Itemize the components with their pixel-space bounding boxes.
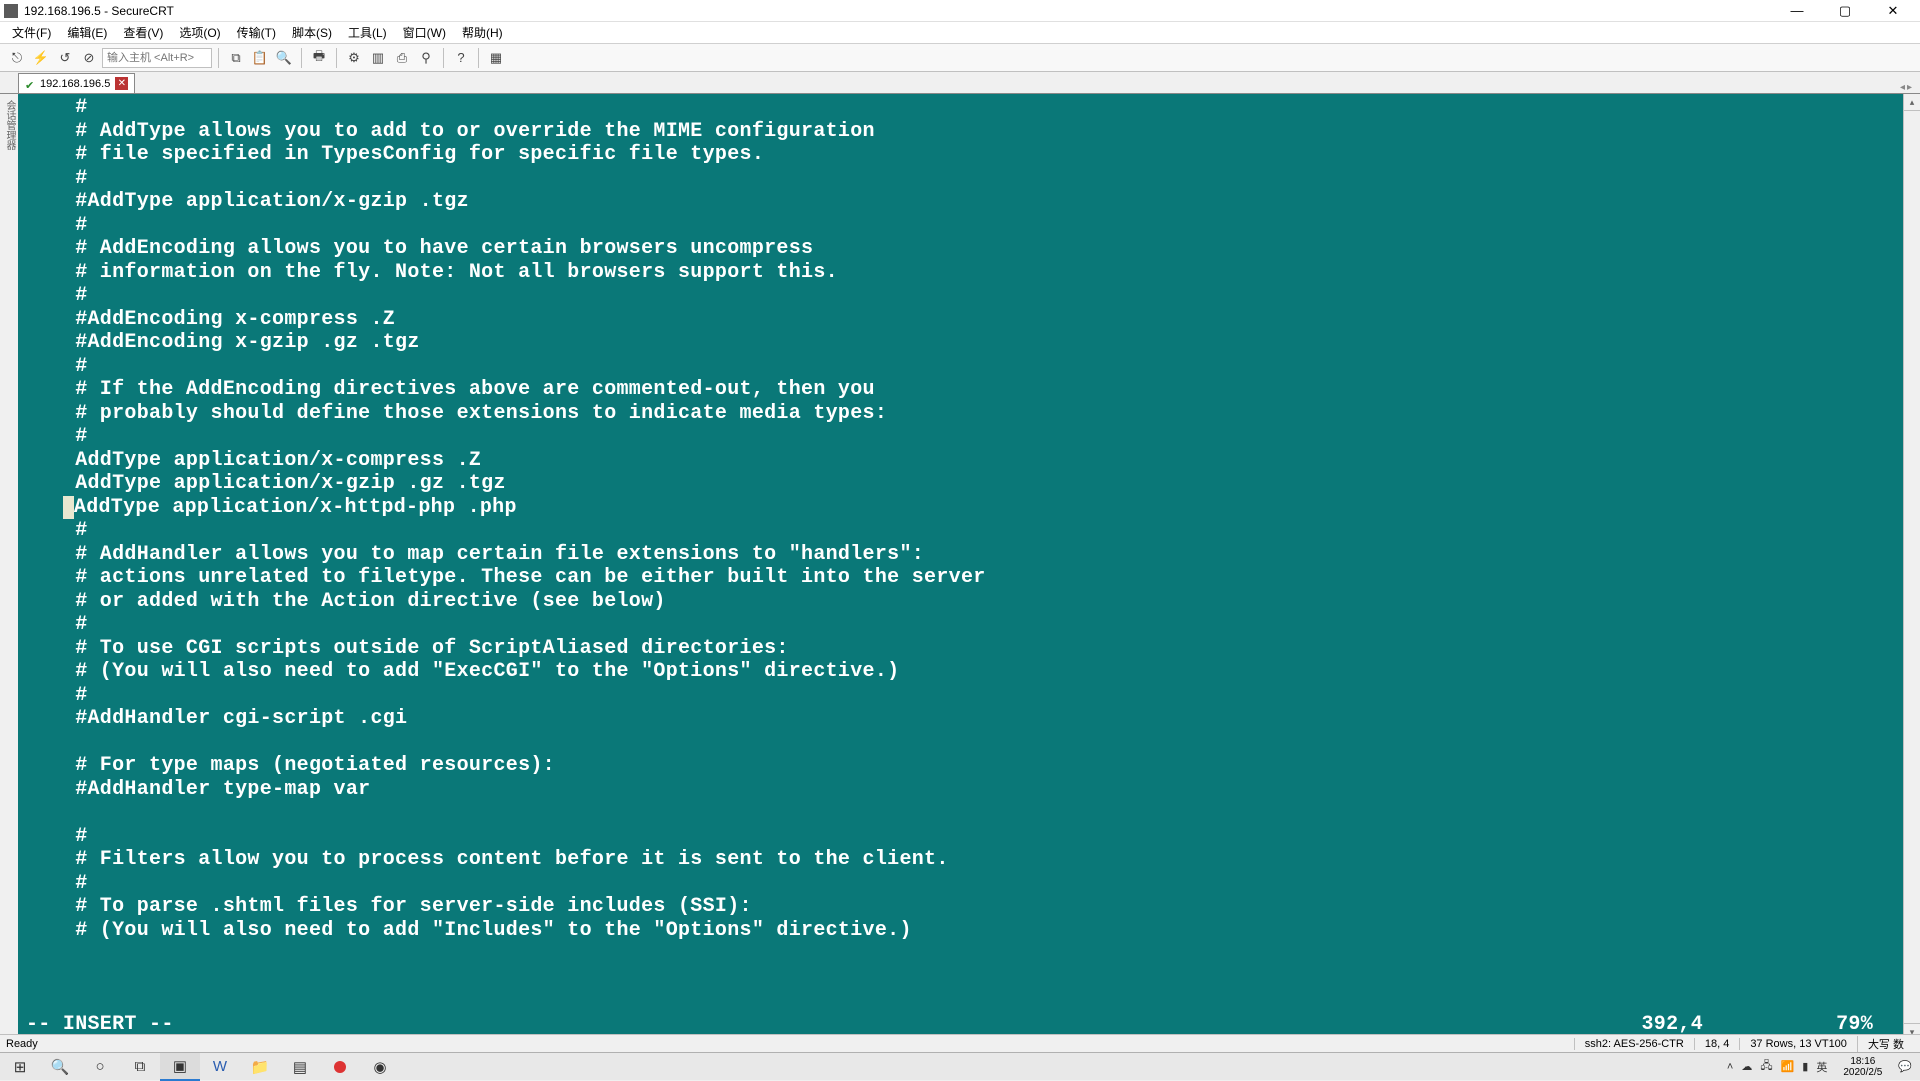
tray-clock[interactable]: 18:16 2020/2/5 [1835, 1054, 1890, 1080]
taskbar-vmware[interactable]: ▤ [280, 1053, 320, 1081]
connected-icon: ✔ [25, 79, 35, 89]
start-button[interactable]: ⊞ [0, 1053, 40, 1081]
copy-icon[interactable]: ⧉ [225, 47, 247, 69]
new-tab-icon[interactable]: ▦ [485, 47, 507, 69]
tab-close-icon[interactable]: ✕ [115, 77, 128, 90]
session-tab[interactable]: ✔ 192.168.196.5 ✕ [18, 73, 135, 93]
tab-label: 192.168.196.5 [40, 78, 110, 90]
tray-notifications-icon[interactable]: 💬 [1898, 1060, 1912, 1073]
status-protocol: ssh2: AES-256-CTR [1574, 1038, 1694, 1050]
settings-icon[interactable]: ⚙ [343, 47, 365, 69]
window-controls: — ▢ ✕ [1782, 2, 1916, 20]
tray-onedrive-icon[interactable]: ☁ [1741, 1060, 1752, 1073]
terminal[interactable]: # # AddType allows you to add to or over… [18, 94, 1903, 1040]
tab-nav: ◂ ▸ [1900, 82, 1916, 93]
window-title: 192.168.196.5 - SecureCRT [24, 4, 1782, 18]
search-icon[interactable]: 🔍 [40, 1053, 80, 1081]
taskview-icon[interactable]: ⧉ [120, 1053, 160, 1081]
toolbar-separator [443, 48, 444, 68]
app-icon [4, 4, 18, 18]
menu-file[interactable]: 文件(F) [8, 22, 55, 43]
window-titlebar: 192.168.196.5 - SecureCRT — ▢ ✕ [0, 0, 1920, 22]
taskbar-chrome[interactable]: ◉ [360, 1053, 400, 1081]
status-ready: Ready [6, 1038, 1574, 1050]
tab-strip: ✔ 192.168.196.5 ✕ ◂ ▸ [0, 72, 1920, 94]
minimize-button[interactable]: — [1782, 2, 1812, 20]
close-button[interactable]: ✕ [1878, 2, 1908, 20]
terminal-container: # # AddType allows you to add to or over… [18, 94, 1920, 1040]
reconnect-icon[interactable]: ↺ [54, 47, 76, 69]
menu-bar: 文件(F) 编辑(E) 查看(V) 选项(O) 传输(T) 脚本(S) 工具(L… [0, 22, 1920, 44]
tray-time: 18:16 [1843, 1056, 1882, 1067]
toolbar-separator [301, 48, 302, 68]
trace-icon[interactable]: ⚲ [415, 47, 437, 69]
tray-chevron-icon[interactable]: ˄ [1727, 1061, 1733, 1073]
menu-options[interactable]: 选项(O) [175, 22, 224, 43]
menu-help[interactable]: 帮助(H) [458, 22, 507, 43]
toolbar-separator [336, 48, 337, 68]
menu-script[interactable]: 脚本(S) [288, 22, 336, 43]
menu-window[interactable]: 窗口(W) [399, 22, 450, 43]
cortana-icon[interactable]: ○ [80, 1053, 120, 1081]
quick-connect-icon[interactable]: ⚡ [30, 47, 52, 69]
vim-mode: -- INSERT -- [26, 1013, 174, 1037]
session-manager-label[interactable]: 会话管理器 [2, 100, 17, 150]
menu-view[interactable]: 查看(V) [119, 22, 167, 43]
taskbar-explorer[interactable]: 📁 [240, 1053, 280, 1081]
help-icon[interactable]: ? [450, 47, 472, 69]
log-icon[interactable]: ⎙ [391, 47, 413, 69]
tray-date: 2020/2/5 [1843, 1067, 1882, 1078]
toolbar-separator [218, 48, 219, 68]
connect-icon[interactable]: ⎋ [6, 47, 28, 69]
tab-prev-icon[interactable]: ◂ [1900, 82, 1905, 93]
tray-network-icon[interactable]: 🖧 [1760, 1057, 1772, 1076]
taskbar-securecrt[interactable]: ▣ [160, 1053, 200, 1081]
menu-transfer[interactable]: 传输(T) [233, 22, 280, 43]
tray-battery-icon[interactable]: ▮ [1802, 1060, 1808, 1073]
print-icon[interactable]: 🖶 [308, 47, 330, 69]
tray-wifi-icon[interactable]: 📶 [1781, 1060, 1795, 1073]
session-options-icon[interactable]: ▥ [367, 47, 389, 69]
vim-percent: 79% [1836, 1013, 1873, 1037]
menu-tools[interactable]: 工具(L) [344, 22, 391, 43]
status-termsize: 37 Rows, 13 VT100 [1739, 1038, 1857, 1050]
terminal-scrollbar[interactable] [1903, 94, 1920, 1040]
toolbar: ⎋ ⚡ ↺ ⊘ ⧉ 📋 🔍 🖶 ⚙ ▥ ⎙ ⚲ ? ▦ [0, 44, 1920, 72]
taskbar-record[interactable] [320, 1053, 360, 1081]
maximize-button[interactable]: ▢ [1830, 2, 1860, 20]
disconnect-icon[interactable]: ⊘ [78, 47, 100, 69]
paste-icon[interactable]: 📋 [249, 47, 271, 69]
menu-edit[interactable]: 编辑(E) [63, 22, 111, 43]
tab-next-icon[interactable]: ▸ [1907, 82, 1912, 93]
windows-taskbar: ⊞ 🔍 ○ ⧉ ▣ W 📁 ▤ ◉ ˄ ☁ 🖧 📶 ▮ 英 18:16 2020… [0, 1052, 1920, 1080]
find-icon[interactable]: 🔍 [273, 47, 295, 69]
vim-position: 392,4 [1641, 1013, 1703, 1037]
taskbar-word[interactable]: W [200, 1053, 240, 1081]
tray-ime[interactable]: 英 [1816, 1059, 1827, 1075]
host-input[interactable] [102, 48, 212, 68]
status-cursor: 18, 4 [1694, 1038, 1739, 1050]
system-tray: ˄ ☁ 🖧 📶 ▮ 英 18:16 2020/2/5 💬 [1727, 1054, 1920, 1080]
status-caps: 大写 数 [1857, 1036, 1914, 1052]
toolbar-separator [478, 48, 479, 68]
status-bar: Ready ssh2: AES-256-CTR 18, 4 37 Rows, 1… [0, 1034, 1920, 1052]
